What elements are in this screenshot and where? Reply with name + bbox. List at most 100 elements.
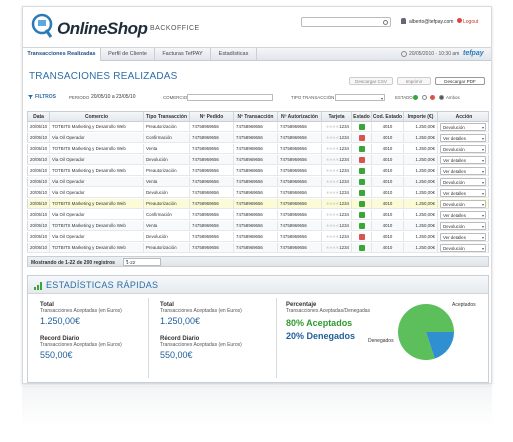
row-date: 20/05/10 — [28, 210, 50, 220]
download-pdf-button[interactable]: Descargar PDF — [435, 77, 485, 85]
main-nav: Transacciones Realizadas Perfil de Clien… — [23, 47, 491, 61]
action-select[interactable]: Ver detalles — [440, 156, 486, 164]
action-select[interactable]: Devolución — [440, 200, 486, 208]
table-row[interactable]: 20/05/10 TOTBITS Marketing y Desarrollo W… — [27, 243, 489, 254]
action-select[interactable]: Ver detalles — [440, 167, 486, 175]
shop-logo-icon — [31, 13, 53, 38]
action-select[interactable]: Devolución — [440, 145, 486, 153]
total-value: 1.250,00€ — [160, 316, 201, 326]
record-sublabel: Transacciones Aceptadas (en Euros) — [160, 342, 242, 348]
row-transaccion: 74758969656 — [234, 155, 278, 165]
action-select[interactable]: Devolución — [440, 123, 486, 131]
masked-card-icon: ∗∗∗∗ — [325, 245, 340, 250]
row-autorizacion: 74758969656 — [278, 221, 322, 231]
comercio-input[interactable] — [187, 94, 273, 101]
download-csv-button[interactable]: Descargar CSV — [349, 77, 393, 85]
card-last-digits: 1234 — [339, 245, 349, 250]
search-icon[interactable] — [383, 20, 388, 25]
action-value: Devolución — [443, 146, 465, 152]
stats-column-2: Total Transacciones Aceptadas (en Euros)… — [160, 302, 242, 360]
row-estado — [352, 243, 372, 253]
table-row[interactable]: 20/05/10 TOTBITS Marketing y Desarrollo W… — [27, 122, 489, 133]
action-select[interactable]: Ver detalles — [440, 134, 486, 142]
row-pedido: 74758969656 — [190, 188, 234, 198]
tipo-transaccion-select[interactable] — [335, 94, 385, 101]
action-value: Devolución — [443, 245, 465, 251]
status-accepted-icon — [359, 201, 365, 207]
current-datetime: 20/05/2010 · 10:30 am — [409, 51, 460, 57]
row-tarjeta: ∗∗∗∗ 1234 — [322, 166, 352, 176]
masked-card-icon: ∗∗∗∗ — [325, 201, 340, 206]
chevron-down-icon — [482, 215, 484, 217]
action-select[interactable]: Devolución — [440, 178, 486, 186]
row-comercio: Via Oil Operador — [50, 133, 144, 143]
row-autorizacion: 74758969656 — [278, 166, 322, 176]
user-email: alberto@tefpay.com — [409, 19, 454, 25]
row-cod-estado: 4010 — [372, 210, 404, 220]
row-tipo: Devolución — [144, 188, 190, 198]
search-input[interactable] — [301, 17, 391, 27]
pie-label-accepted: Aceptados — [452, 302, 476, 308]
ambos-label: Ambos — [446, 95, 460, 100]
row-pedido: 74758969656 — [190, 177, 234, 187]
estado-ok-toggle[interactable] — [413, 95, 418, 100]
masked-card-icon: ∗∗∗∗ — [325, 223, 340, 228]
table-row[interactable]: 20/05/10 Via Oil Operador Devolución 747589… — [27, 232, 489, 243]
tab-transacciones[interactable]: Transacciones Realizadas — [23, 48, 101, 61]
row-estado — [352, 122, 372, 132]
logout-icon[interactable] — [457, 18, 462, 23]
row-tarjeta: ∗∗∗∗ 1234 — [322, 243, 352, 253]
table-row[interactable]: 20/05/10 TOTBITS Marketing y Desarrollo W… — [27, 166, 489, 177]
tab-facturas[interactable]: Facturas TefPAY — [155, 48, 211, 61]
status-accepted-icon — [359, 190, 365, 196]
row-importe: 1.250,00€ — [404, 166, 438, 176]
table-row[interactable]: 20/05/10 Via Oil Operador Devolución 747589… — [27, 188, 489, 199]
ambos-radio[interactable] — [439, 95, 444, 100]
record-sublabel: Transacciones Aceptadas (en Euros) — [40, 342, 122, 348]
action-select[interactable]: Ver detalles — [440, 233, 486, 241]
tab-estadisticas[interactable]: Estadísticas — [211, 48, 257, 61]
row-cod-estado: 4010 — [372, 188, 404, 198]
row-date: 20/05/10 — [28, 177, 50, 187]
row-autorizacion: 74758969656 — [278, 177, 322, 187]
action-select[interactable]: Ver detalles — [440, 189, 486, 197]
chevron-down-icon — [482, 138, 484, 140]
logo-text: OnlineShop — [57, 19, 148, 38]
table-row[interactable]: 20/05/10 TOTBITS Marketing y Desarrollo W… — [27, 144, 489, 155]
table-row[interactable]: 20/05/10 Via Oil Operador Confirmación 7475… — [27, 133, 489, 144]
action-value: Ver detalles — [443, 234, 466, 240]
row-comercio: TOTBITS Marketing y Desarrollo Web — [50, 122, 144, 132]
row-tarjeta: ∗∗∗∗ 1234 — [322, 232, 352, 242]
tab-perfil-cliente[interactable]: Perfil de Cliente — [101, 48, 155, 61]
action-select[interactable]: Devolución — [440, 244, 486, 252]
user-icon — [401, 18, 406, 24]
table-row[interactable]: 20/05/10 Via Oil Operador Devolución 747589… — [27, 155, 489, 166]
row-pedido: 74758969656 — [190, 210, 234, 220]
filters-label: FILTROS — [35, 94, 57, 100]
row-tipo: Venta — [144, 177, 190, 187]
row-date: 20/05/10 — [28, 166, 50, 176]
row-autorizacion: 74758969656 — [278, 144, 322, 154]
action-select[interactable]: Devolución — [440, 222, 486, 230]
page-range-select[interactable]: 1-22 — [123, 258, 161, 266]
row-pedido: 74758969656 — [190, 122, 234, 132]
row-tarjeta: ∗∗∗∗ 1234 — [322, 133, 352, 143]
table-row[interactable]: 20/05/10 Via Oil Operador Venta 74758969656… — [27, 177, 489, 188]
filter-icon — [28, 95, 33, 99]
pie-label-denied: Denegados — [368, 338, 394, 344]
table-row[interactable]: 20/05/10 TOTBITS Marketing y Desarrollo W… — [27, 221, 489, 232]
print-button[interactable]: Imprimir — [397, 77, 431, 85]
row-importe: 1.250,00€ — [404, 210, 438, 220]
estado-radio[interactable] — [422, 95, 427, 100]
quick-stats-header: ESTADÍSTICAS RÁPIDAS — [28, 276, 488, 294]
row-autorizacion: 74758969656 — [278, 133, 322, 143]
table-row[interactable]: 20/05/10 Via Oil Operador Confirmación 7475… — [27, 210, 489, 221]
row-transaccion: 74758969656 — [234, 210, 278, 220]
stats-divider — [276, 298, 277, 378]
estado-ko-toggle[interactable] — [430, 95, 435, 100]
action-select[interactable]: Ver detalles — [440, 211, 486, 219]
row-tarjeta: ∗∗∗∗ 1234 — [322, 221, 352, 231]
period-value[interactable]: 20/05/10 a 23/05/10 — [91, 94, 136, 100]
logout-link[interactable]: Logout — [463, 19, 478, 25]
table-row[interactable]: 20/05/10 TOTBITS Marketing y Desarrollo W… — [27, 199, 489, 210]
